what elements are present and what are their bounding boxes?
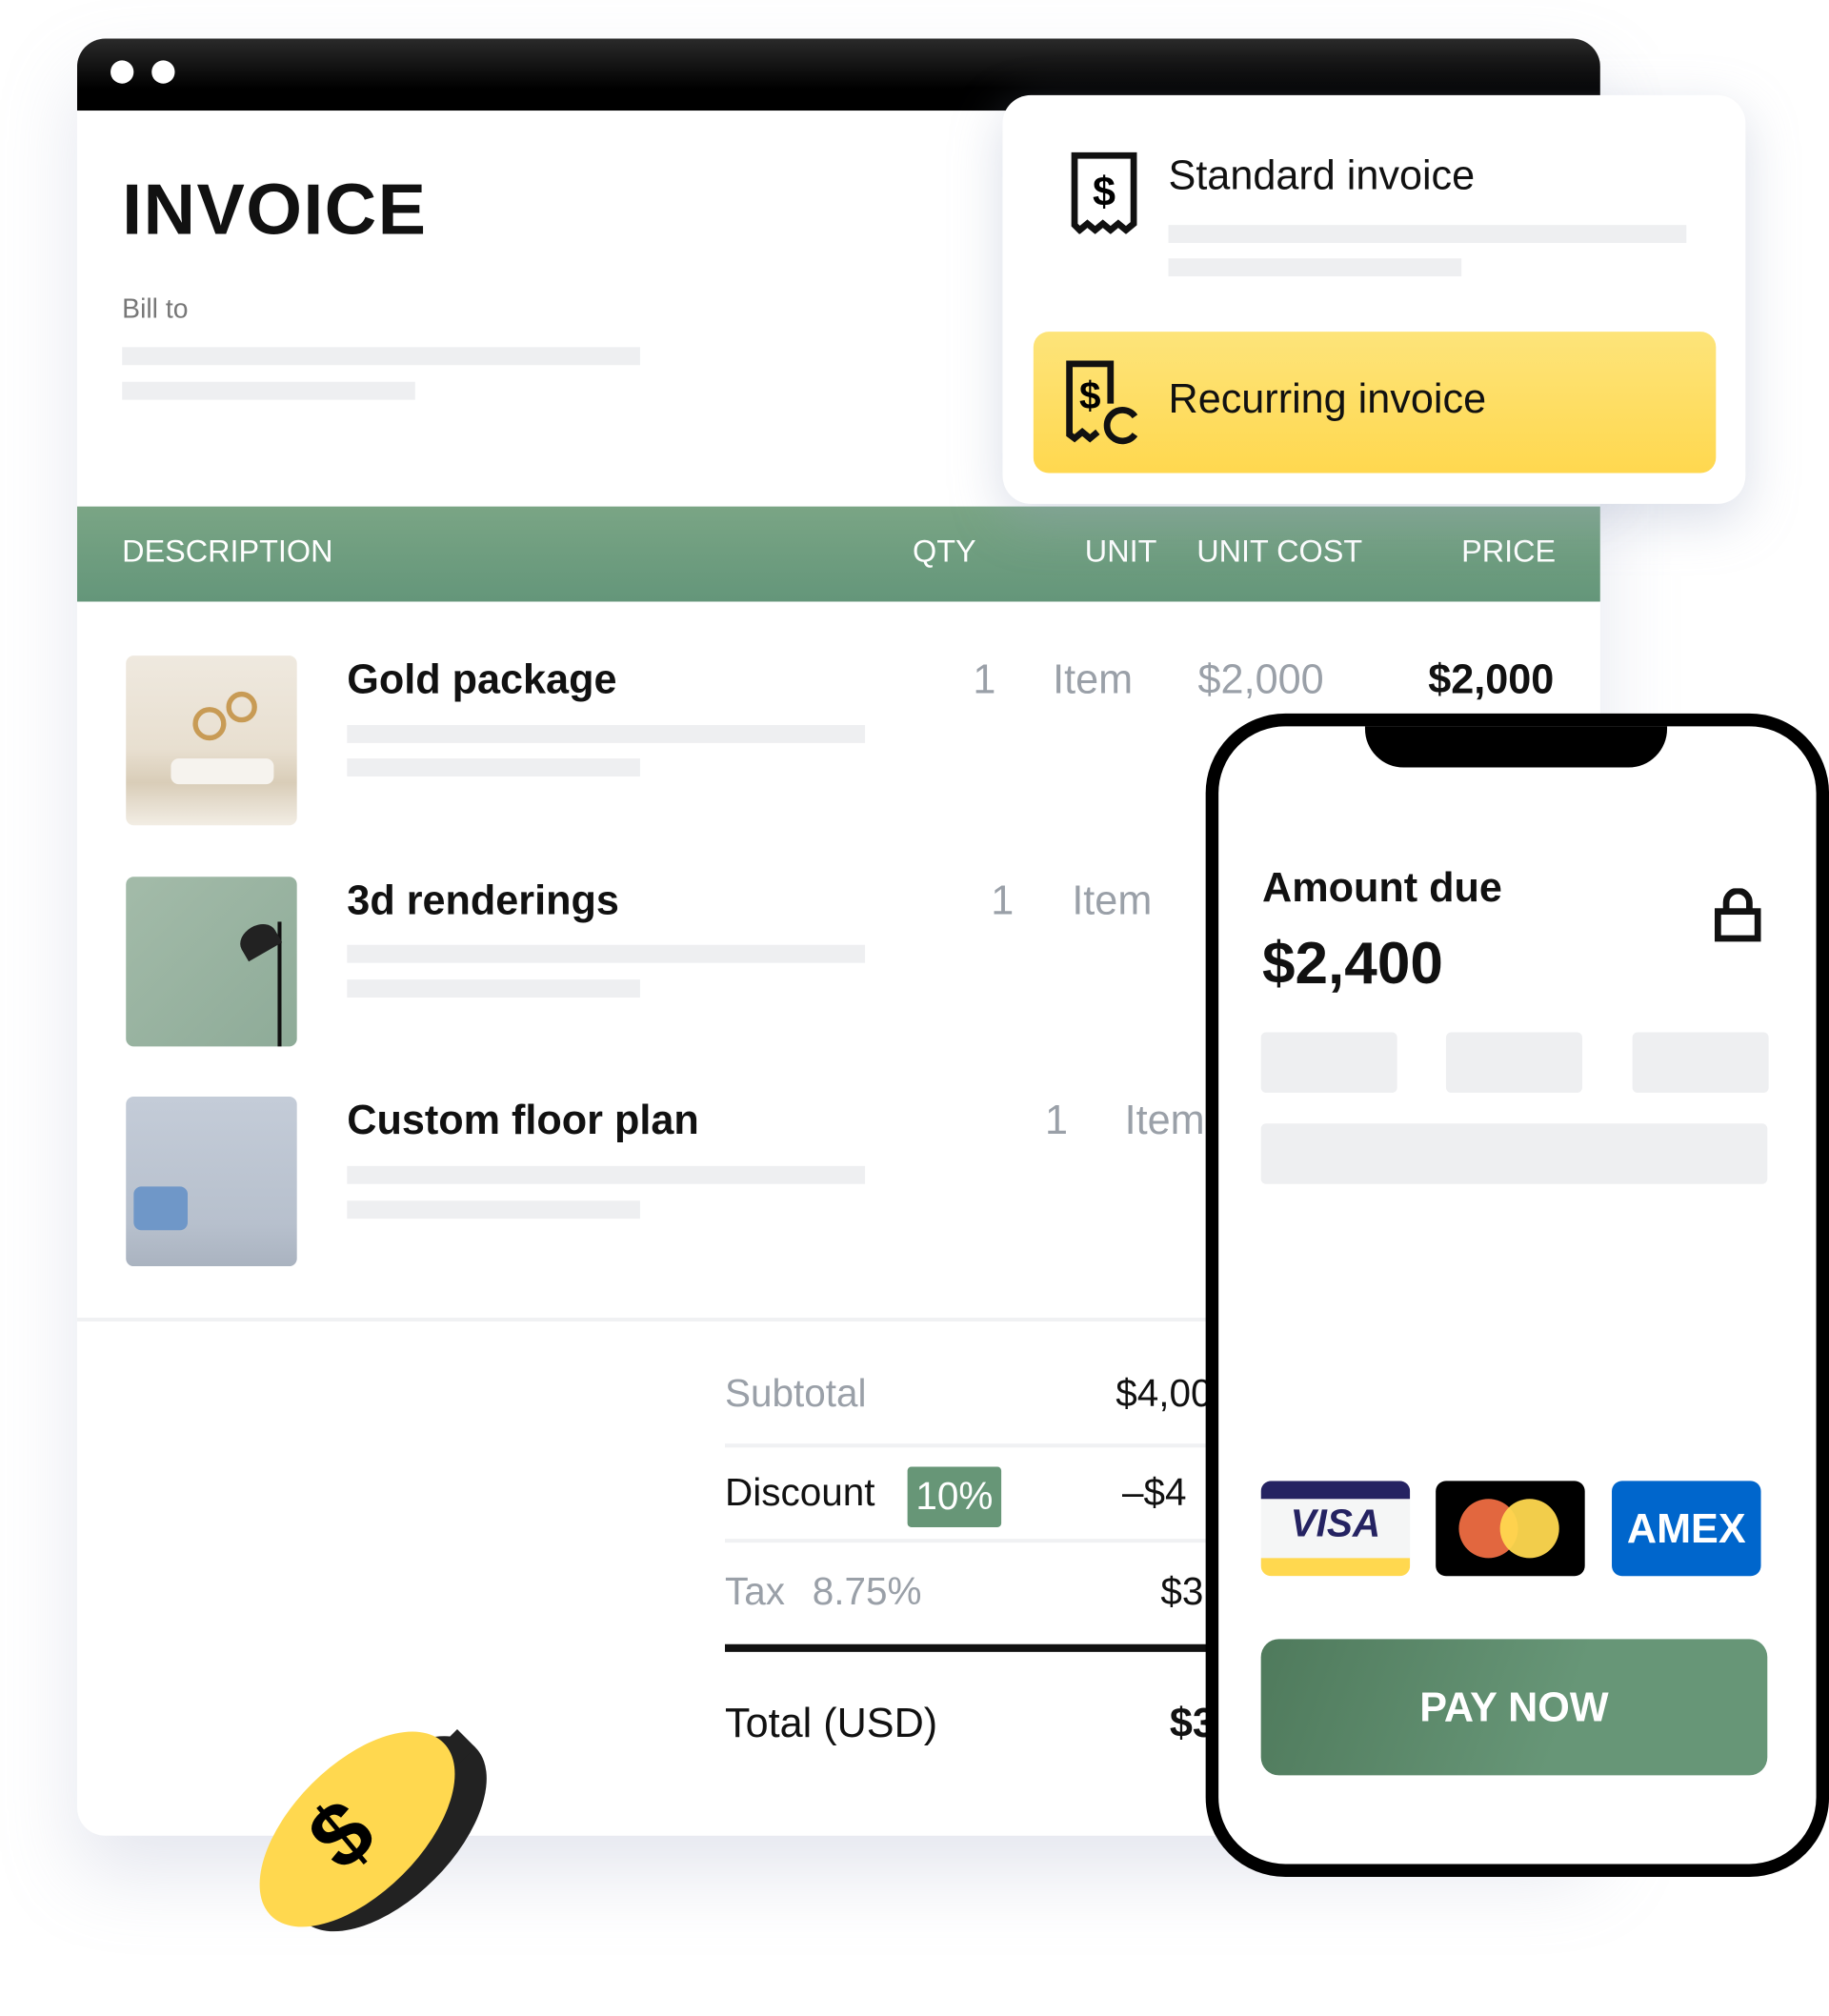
card-field[interactable]	[1260, 1032, 1397, 1093]
recurring-receipt-icon: $	[1066, 360, 1138, 445]
placeholder-line	[347, 1200, 640, 1220]
row-qty: 1	[973, 655, 996, 702]
recurring-invoice-label: Recurring invoice	[1168, 374, 1487, 422]
standard-invoice-label: Standard invoice	[1168, 151, 1476, 198]
sofa-image	[171, 758, 274, 785]
divider	[725, 1443, 1239, 1448]
amex-card-option[interactable]: AMEX	[1612, 1481, 1761, 1577]
recurring-invoice-option[interactable]: $ Recurring invoice	[1033, 332, 1717, 474]
row-qty: 1	[991, 877, 1015, 923]
mirror-image	[226, 691, 257, 723]
amount-due-value: $2,400	[1262, 929, 1443, 997]
placeholder-line	[347, 979, 640, 998]
discount-value: –$4	[1121, 1471, 1187, 1515]
chair-image	[133, 1186, 188, 1231]
bill-to-label: Bill to	[122, 293, 189, 325]
header-qty: QTY	[913, 534, 976, 570]
row-title: Custom floor plan	[347, 1096, 699, 1143]
total-divider	[725, 1643, 1239, 1652]
mastercard-circle	[1499, 1499, 1559, 1559]
placeholder-line	[347, 725, 866, 743]
row-title: Gold package	[347, 655, 617, 702]
discount-badge: 10%	[907, 1466, 1002, 1527]
3d-renderings-thumbnail	[126, 877, 297, 1047]
invoice-type-selector: $ Standard invoice $ Recurring invoice	[1002, 94, 1746, 504]
subtotal-label: Subtotal	[725, 1373, 867, 1416]
tax-rate: 8.75%	[812, 1570, 922, 1614]
tax-label: Tax	[725, 1570, 786, 1614]
phone-notch	[1364, 726, 1668, 768]
lamp-shade	[234, 917, 283, 962]
svg-text:$: $	[1093, 170, 1115, 215]
visa-stripe	[1260, 1558, 1411, 1577]
divider	[76, 1318, 1235, 1322]
window-dot[interactable]	[111, 60, 134, 84]
tax-value: $3	[1160, 1570, 1204, 1614]
mastercard-option[interactable]	[1436, 1481, 1585, 1577]
standard-invoice-option[interactable]: $ Standard invoice	[1038, 124, 1745, 316]
placeholder-line	[1168, 225, 1687, 244]
row-unit: Item	[1053, 655, 1134, 702]
header-description: DESCRIPTION	[122, 534, 333, 570]
dollar-coin-icon: $	[259, 1729, 487, 1932]
visa-stripe	[1260, 1481, 1411, 1500]
total-label: Total (USD)	[725, 1699, 938, 1746]
placeholder-line	[347, 944, 866, 963]
invoice-title: INVOICE	[122, 168, 428, 250]
header-price: PRICE	[1461, 534, 1557, 570]
placeholder-line	[1168, 258, 1462, 277]
visa-card-option[interactable]: VISA	[1260, 1481, 1411, 1577]
row-price: $2,000	[1428, 655, 1555, 702]
pay-now-button[interactable]: PAY NOW	[1260, 1639, 1768, 1776]
svg-text:$: $	[1079, 373, 1101, 417]
discount-label: Discount	[725, 1471, 875, 1515]
header-unit-cost: UNIT COST	[1196, 534, 1363, 570]
row-unit: Item	[1124, 1096, 1205, 1143]
mirror-image	[192, 707, 227, 741]
placeholder-line	[347, 1165, 866, 1184]
receipt-dollar-icon: $	[1071, 151, 1137, 234]
row-title: 3d renderings	[347, 877, 619, 923]
card-field[interactable]	[1445, 1032, 1582, 1093]
card-field[interactable]	[1632, 1032, 1769, 1093]
custom-floor-plan-thumbnail	[126, 1096, 297, 1267]
visa-label: VISA	[1290, 1502, 1381, 1545]
lock-icon	[1714, 888, 1761, 942]
subtotal-value: $4,00	[1115, 1373, 1213, 1416]
window-dot[interactable]	[151, 60, 175, 84]
row-unit: Item	[1072, 877, 1153, 923]
gold-package-thumbnail	[126, 655, 297, 826]
header-unit: UNIT	[1084, 534, 1157, 570]
divider	[725, 1539, 1239, 1543]
placeholder-line	[122, 381, 415, 400]
placeholder-line	[122, 347, 640, 366]
phone-payment-screen: Amount due $2,400 VISA AMEX PAY NOW	[1205, 713, 1829, 1877]
row-qty: 1	[1044, 1096, 1068, 1143]
amount-due-label: Amount due	[1262, 863, 1502, 911]
row-unit-cost: $2,000	[1197, 655, 1324, 702]
card-field-wide[interactable]	[1260, 1123, 1768, 1184]
placeholder-line	[347, 758, 640, 776]
table-header: DESCRIPTION QTY UNIT UNIT COST PRICE	[76, 506, 1600, 602]
